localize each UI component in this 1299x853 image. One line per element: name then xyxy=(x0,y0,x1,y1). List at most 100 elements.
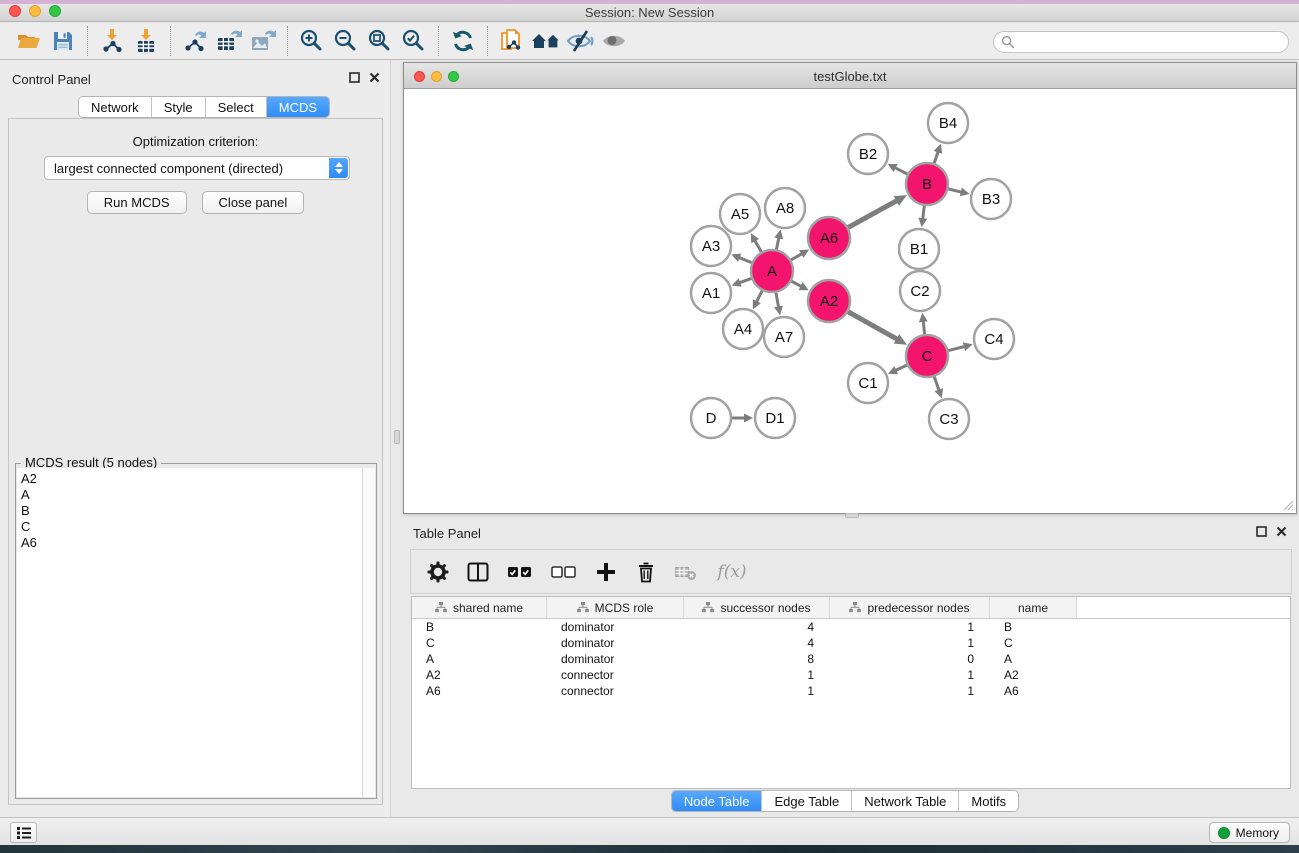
tab-network-table[interactable]: Network Table xyxy=(852,791,959,811)
splitter-handle-vertical[interactable] xyxy=(394,430,400,444)
column-header-successor-nodes[interactable]: successor nodes xyxy=(684,597,830,618)
tab-motifs[interactable]: Motifs xyxy=(959,791,1018,811)
close-table-panel-icon[interactable] xyxy=(1276,526,1287,537)
export-network-button[interactable] xyxy=(178,25,212,57)
export-image-icon xyxy=(249,28,277,54)
select-all-button[interactable] xyxy=(506,559,534,585)
run-mcds-button[interactable]: Run MCDS xyxy=(87,191,187,214)
float-table-panel-icon[interactable] xyxy=(1256,526,1267,537)
add-column-button[interactable] xyxy=(594,559,618,585)
search-container xyxy=(993,31,1289,53)
mcds-panel: Optimization criterion: largest connecte… xyxy=(8,118,383,805)
table-body: Bdominator41BCdominator41CAdominator80AA… xyxy=(412,619,1290,699)
edge-B-B1[interactable] xyxy=(923,206,925,219)
result-item[interactable]: A6 xyxy=(21,535,362,551)
deselect-all-button[interactable] xyxy=(550,559,578,585)
tab-select[interactable]: Select xyxy=(206,97,267,117)
close-panel-button[interactable]: Close panel xyxy=(202,191,305,214)
column-header-predecessor-nodes[interactable]: predecessor nodes xyxy=(830,597,990,618)
toolbar-separator xyxy=(438,26,439,56)
cell-successor-nodes: 4 xyxy=(684,635,830,651)
split-view-button[interactable] xyxy=(466,559,490,585)
edge-A-A7[interactable] xyxy=(776,293,779,308)
cell-mcds-role: connector xyxy=(547,683,684,699)
edge-C-C4[interactable] xyxy=(948,346,965,350)
network-window-titlebar[interactable]: testGlobe.txt xyxy=(404,63,1296,89)
tab-edge-table[interactable]: Edge Table xyxy=(762,791,852,811)
edge-A2-C[interactable] xyxy=(848,312,897,340)
import-network-icon xyxy=(99,28,125,54)
table-panel: Table Panel xyxy=(391,518,1299,817)
zoom-selected-button[interactable] xyxy=(397,25,431,57)
edge-B-B4[interactable] xyxy=(934,151,938,163)
table-row[interactable]: A6connector11A6 xyxy=(412,683,1290,699)
edge-A-A2[interactable] xyxy=(791,281,801,286)
network-canvas[interactable]: AA1A2A3A4A5A6A7A8BB1B2B3B4CC1C2C3C4DD1 xyxy=(404,89,1296,513)
memory-button[interactable]: Memory xyxy=(1209,822,1290,843)
cell-predecessor-nodes: 1 xyxy=(830,683,990,699)
edge-C-C2[interactable] xyxy=(923,321,924,334)
table-row[interactable]: Adominator80A xyxy=(412,651,1290,667)
task-history-button[interactable] xyxy=(10,822,37,843)
import-table-button[interactable] xyxy=(129,25,163,57)
edge-A-A8[interactable] xyxy=(776,237,778,249)
result-item[interactable]: C xyxy=(21,519,362,535)
cell-name: A2 xyxy=(990,667,1077,683)
zoom-fit-button[interactable] xyxy=(363,25,397,57)
export-table-button[interactable] xyxy=(212,25,246,57)
edge-B-B2[interactable] xyxy=(895,168,908,174)
column-settings-button[interactable] xyxy=(426,559,450,585)
show-details-button[interactable] xyxy=(597,25,631,57)
function-builder-button[interactable]: f(x) xyxy=(714,559,750,585)
close-panel-icon[interactable] xyxy=(369,72,380,83)
resize-grip-icon[interactable] xyxy=(1282,499,1294,511)
edge-B-B3[interactable] xyxy=(948,189,961,192)
float-panel-icon[interactable] xyxy=(349,72,360,83)
tab-network[interactable]: Network xyxy=(79,97,152,117)
result-scrollbar[interactable] xyxy=(362,468,375,797)
edge-A-A3[interactable] xyxy=(739,257,752,262)
delete-table-button[interactable] xyxy=(674,559,698,585)
edge-A-A4[interactable] xyxy=(756,291,762,302)
search-input[interactable] xyxy=(993,31,1289,53)
export-image-button[interactable] xyxy=(246,25,280,57)
edge-C-C3[interactable] xyxy=(934,377,939,391)
refresh-view-button[interactable] xyxy=(446,25,480,57)
result-item[interactable]: A2 xyxy=(21,471,362,487)
cell-successor-nodes: 4 xyxy=(684,619,830,635)
node-label-C2: C2 xyxy=(910,283,929,300)
result-item[interactable]: B xyxy=(21,503,362,519)
node-table: shared nameMCDS rolesuccessor nodesprede… xyxy=(411,596,1291,789)
edge-A6-B[interactable] xyxy=(848,200,897,227)
column-header-shared-name[interactable]: shared name xyxy=(412,597,547,618)
column-header-mcds-role[interactable]: MCDS role xyxy=(547,597,684,618)
column-header-name[interactable]: name xyxy=(990,597,1077,618)
tab-node-table[interactable]: Node Table xyxy=(672,791,763,811)
cell-shared-name: C xyxy=(412,635,547,651)
table-row[interactable]: Bdominator41B xyxy=(412,619,1290,635)
home-button[interactable] xyxy=(529,25,563,57)
open-session-button[interactable] xyxy=(12,25,46,57)
result-item[interactable]: A xyxy=(21,487,362,503)
tab-style[interactable]: Style xyxy=(152,97,206,117)
cell-mcds-role: dominator xyxy=(547,635,684,651)
table-row[interactable]: A2connector11A2 xyxy=(412,667,1290,683)
zoom-selected-icon xyxy=(401,28,427,54)
zoom-out-button[interactable] xyxy=(329,25,363,57)
edge-A-A6[interactable] xyxy=(791,254,802,260)
delete-column-button[interactable] xyxy=(634,559,658,585)
new-network-from-selection-button[interactable] xyxy=(495,25,529,57)
arrowhead-icon xyxy=(774,306,783,316)
table-row[interactable]: Cdominator41C xyxy=(412,635,1290,651)
hide-details-button[interactable] xyxy=(563,25,597,57)
node-label-A7: A7 xyxy=(775,329,793,346)
edge-C-C1[interactable] xyxy=(895,365,907,370)
tab-mcds[interactable]: MCDS xyxy=(267,97,329,117)
save-session-button[interactable] xyxy=(46,25,80,57)
edge-A-A5[interactable] xyxy=(755,240,762,252)
zoom-in-button[interactable] xyxy=(295,25,329,57)
import-network-button[interactable] xyxy=(95,25,129,57)
criterion-select[interactable]: largest connected component (directed) xyxy=(44,156,350,180)
edge-A-A1[interactable] xyxy=(739,278,751,282)
node-label-A5: A5 xyxy=(731,206,749,223)
